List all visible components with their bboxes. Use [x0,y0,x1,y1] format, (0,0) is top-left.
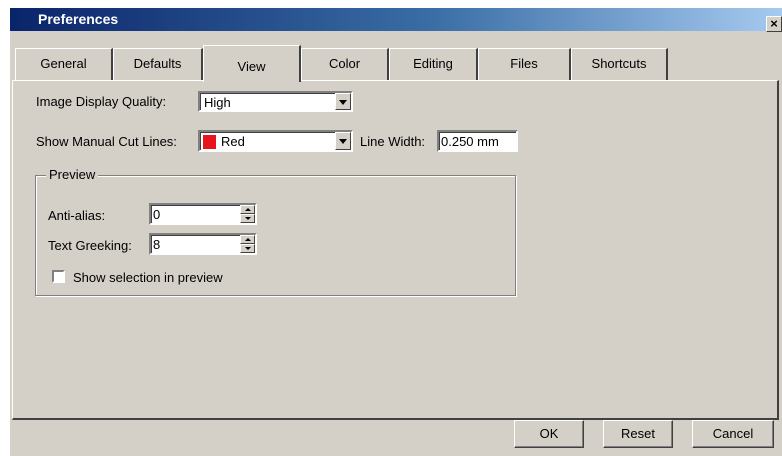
tab-shortcuts[interactable]: Shortcuts [571,48,668,80]
ok-button[interactable]: OK [514,420,584,448]
tab-files[interactable]: Files [478,48,571,80]
tab-defaults[interactable]: Defaults [113,48,203,80]
tab-color-label: Color [328,56,361,71]
tab-general[interactable]: General [15,48,113,80]
cancel-button[interactable]: Cancel [692,420,774,448]
close-button[interactable]: × [766,16,782,32]
tab-general-label: General [40,56,87,71]
title-bar[interactable]: Preferences [10,8,782,31]
preferences-dialog: Preferences × General Defaults View Colo… [10,8,782,456]
tab-color[interactable]: Color [301,48,389,80]
tab-view-label: View [237,59,266,74]
window-title: Preferences [38,11,119,27]
tab-shortcuts-label: Shortcuts [591,56,647,71]
tab-editing-label: Editing [413,56,453,71]
tab-files-label: Files [510,56,538,71]
view-tab-panel [12,80,779,420]
tab-view[interactable]: View [203,45,301,82]
reset-button[interactable]: Reset [603,420,673,448]
tab-defaults-label: Defaults [133,56,182,71]
tab-editing[interactable]: Editing [389,48,478,80]
